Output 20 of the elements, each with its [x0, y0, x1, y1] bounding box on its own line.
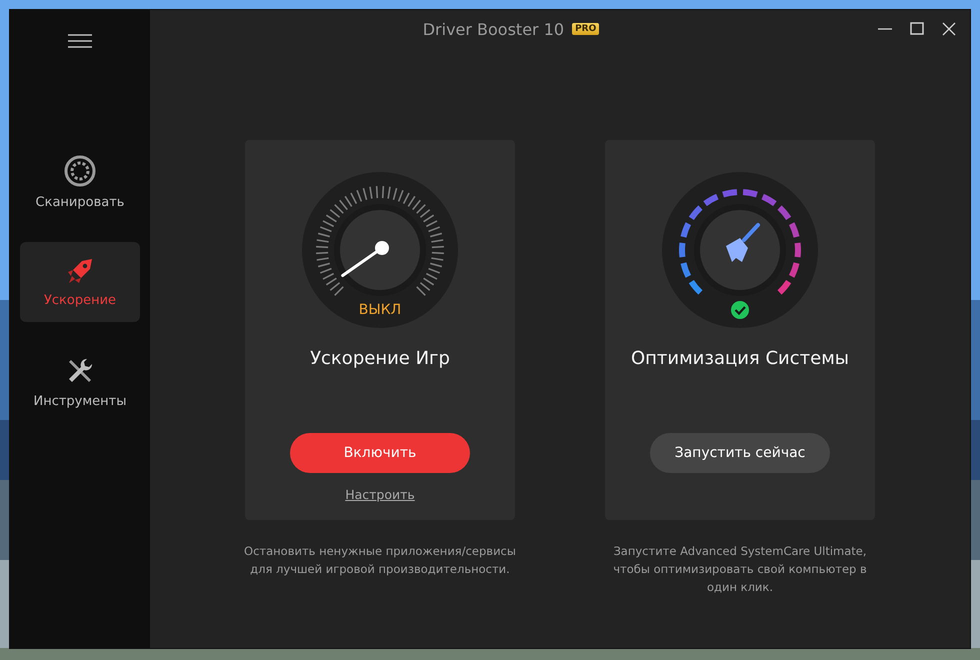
status-label: ВЫКЛ [358, 302, 402, 318]
settings-link[interactable]: Настроить [345, 487, 415, 502]
menu-button[interactable] [66, 32, 94, 50]
window-title: Driver Booster 10 [422, 20, 564, 38]
run-now-button[interactable]: Запустить сейчас [650, 433, 830, 473]
enable-button[interactable]: Включить [290, 433, 470, 473]
maximize-icon [910, 22, 924, 36]
pro-badge: PRO [572, 23, 600, 35]
scan-icon [64, 154, 96, 186]
menu-icon [68, 34, 92, 48]
rocket-icon [66, 256, 94, 284]
card-description: Остановить ненужные приложения/сервисы для лучшей игровой производительности. [243, 543, 517, 578]
sidebar-item[interactable]: Сканировать [20, 142, 140, 222]
sidebar-item[interactable]: Ускорение [20, 242, 140, 322]
sidebar-item[interactable]: Инструменты [20, 342, 140, 422]
card-title: Оптимизация Системы [630, 348, 849, 369]
broom-icon [726, 223, 760, 262]
close-icon [942, 22, 956, 36]
card-description: Запустите Advanced SystemCare Ultimate, чтобы оптимизировать свой компьютер в один клик. [612, 543, 868, 596]
card-title: Ускорение Игр [310, 348, 450, 369]
